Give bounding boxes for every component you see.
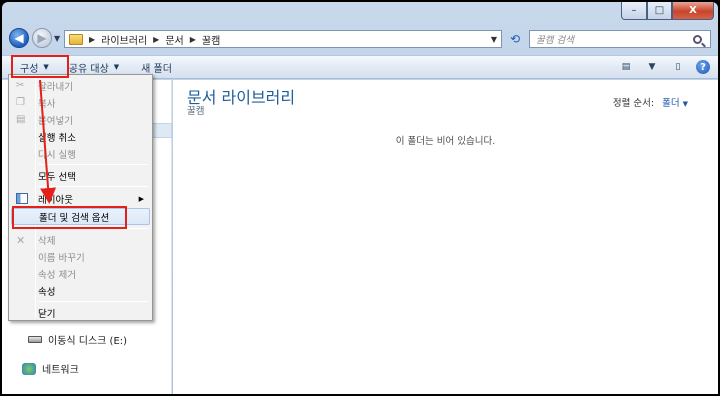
menu-item-properties[interactable]: 속성 [11,282,150,299]
copy-icon: ❐ [16,97,25,108]
menu-item-label: 속성 제거 [38,269,76,281]
menu-separator [38,186,148,187]
menu-item-rename[interactable]: 이름 바꾸기 [11,248,150,265]
menu-item-label: 레이아웃 [38,194,73,206]
address-bar[interactable]: ▶ 라이브러리 ▶ 문서 ▶ 꿀캠 ▼ [64,30,502,48]
arrange-by: 정렬 순서: 폴더 ▼ [613,95,688,109]
chevron-down-icon: ▼ [113,63,120,71]
search-icon-wrap [693,33,706,44]
minimize-button[interactable]: – [621,2,647,20]
view-tools: ▤ ▼ ▯ ? [618,60,718,74]
menu-item-redo[interactable]: 다시 실행 [11,145,150,162]
refresh-icon[interactable]: ⟲ [505,30,525,48]
menu-item-label: 이름 바꾸기 [38,252,85,264]
empty-folder-message: 이 폴더는 비어 있습니다. [395,136,496,147]
removable-drive-icon [28,336,42,343]
tree-item-label: 이동식 디스크 (E:) [48,336,128,347]
back-button[interactable]: ◀ [9,28,29,48]
menu-item-cut[interactable]: ✂ 잘라내기 [11,77,150,94]
organize-menu: ✂ 잘라내기 ❐ 복사 ▤ 붙여넣기 실행 취소 다시 실행 모두 선택 레이아… [8,74,153,321]
menu-item-label: 속성 [38,286,56,298]
menu-item-remove-properties[interactable]: 속성 제거 [11,265,150,282]
layout-icon [16,193,28,204]
menu-item-undo[interactable]: 실행 취소 [11,128,150,145]
menu-item-label: 삭제 [38,235,56,247]
menu-separator [38,164,148,165]
caption-buttons: – □ X [621,2,714,20]
tree-item-removable-disk[interactable]: 이동식 디스크 (E:) [28,332,127,347]
menu-item-label: 실행 취소 [38,132,76,144]
menu-item-label: 잘라내기 [38,81,73,93]
tree-item-label: 네트워크 [42,365,79,376]
chevron-right-icon[interactable]: ▶ [153,35,159,44]
paste-icon: ▤ [16,114,26,125]
close-button[interactable]: X [672,2,714,20]
menu-item-label: 붙여넣기 [38,115,73,127]
breadcrumb-libraries[interactable]: 라이브러리 [101,32,147,47]
submenu-arrow-icon: ▶ [138,194,144,203]
menu-item-delete[interactable]: ✕ 삭제 [11,231,150,248]
menu-separator [38,301,148,302]
menu-item-label: 닫기 [38,308,56,320]
menu-item-paste[interactable]: ▤ 붙여넣기 [11,111,150,128]
preview-pane-icon[interactable]: ▯ [670,60,686,74]
share-label: 공유 대상 [68,63,109,75]
delete-icon: ✕ [16,234,26,247]
breadcrumb-folder[interactable]: 꿀캠 [202,32,220,47]
menu-item-layout[interactable]: 레이아웃 ▶ [11,190,150,207]
search-input[interactable]: 꿀캠 검색 [529,30,711,48]
forward-button[interactable]: ▶ [32,28,52,48]
annotation-box-organize [11,55,69,78]
folder-icon [69,33,83,45]
network-icon [22,362,36,375]
arrange-value: 폴더 [662,98,680,109]
scissors-icon: ✂ [16,80,25,91]
menu-item-select-all[interactable]: 모두 선택 [11,167,150,184]
breadcrumb-documents[interactable]: 문서 [165,32,183,47]
change-view-icon[interactable]: ▤ [618,60,634,74]
menu-item-label: 복사 [38,98,56,110]
menu-item-label: 모두 선택 [38,171,76,183]
chevron-down-icon: ▼ [682,100,688,108]
chevron-right-icon[interactable]: ▶ [89,35,95,44]
address-row: ◀ ▶ ▼ ▶ 라이브러리 ▶ 문서 ▶ 꿀캠 ▼ ⟲ 꿀캠 검색 [2,24,718,52]
arrange-by-dropdown[interactable]: 폴더 ▼ [662,95,688,109]
chevron-right-icon[interactable]: ▶ [190,35,196,44]
help-icon[interactable]: ? [696,60,710,74]
menu-item-label: 다시 실행 [38,149,76,161]
tree-item-network[interactable]: 네트워크 [22,361,79,376]
annotation-box-folder-options [12,206,127,229]
address-dropdown-icon[interactable]: ▼ [487,35,501,44]
library-subtitle: 꿀캠 [187,106,205,117]
menu-item-close[interactable]: 닫기 [11,304,150,321]
menu-item-copy[interactable]: ❐ 복사 [11,94,150,111]
view-dropdown-icon[interactable]: ▼ [644,60,660,74]
arrange-label: 정렬 순서: [612,98,655,109]
maximize-button[interactable]: □ [647,2,672,20]
recent-pages-chevron-icon[interactable]: ▼ [54,34,60,43]
search-icon [693,35,702,44]
content-pane: 문서 라이브러리 꿀캠 정렬 순서: 폴더 ▼ 이 폴더는 비어 있습니다. [173,80,718,394]
screenshot-frame: – □ X ◀ ▶ ▼ ▶ 라이브러리 ▶ 문서 ▶ 꿀캠 ▼ ⟲ 꿀캠 검색 [0,0,720,396]
